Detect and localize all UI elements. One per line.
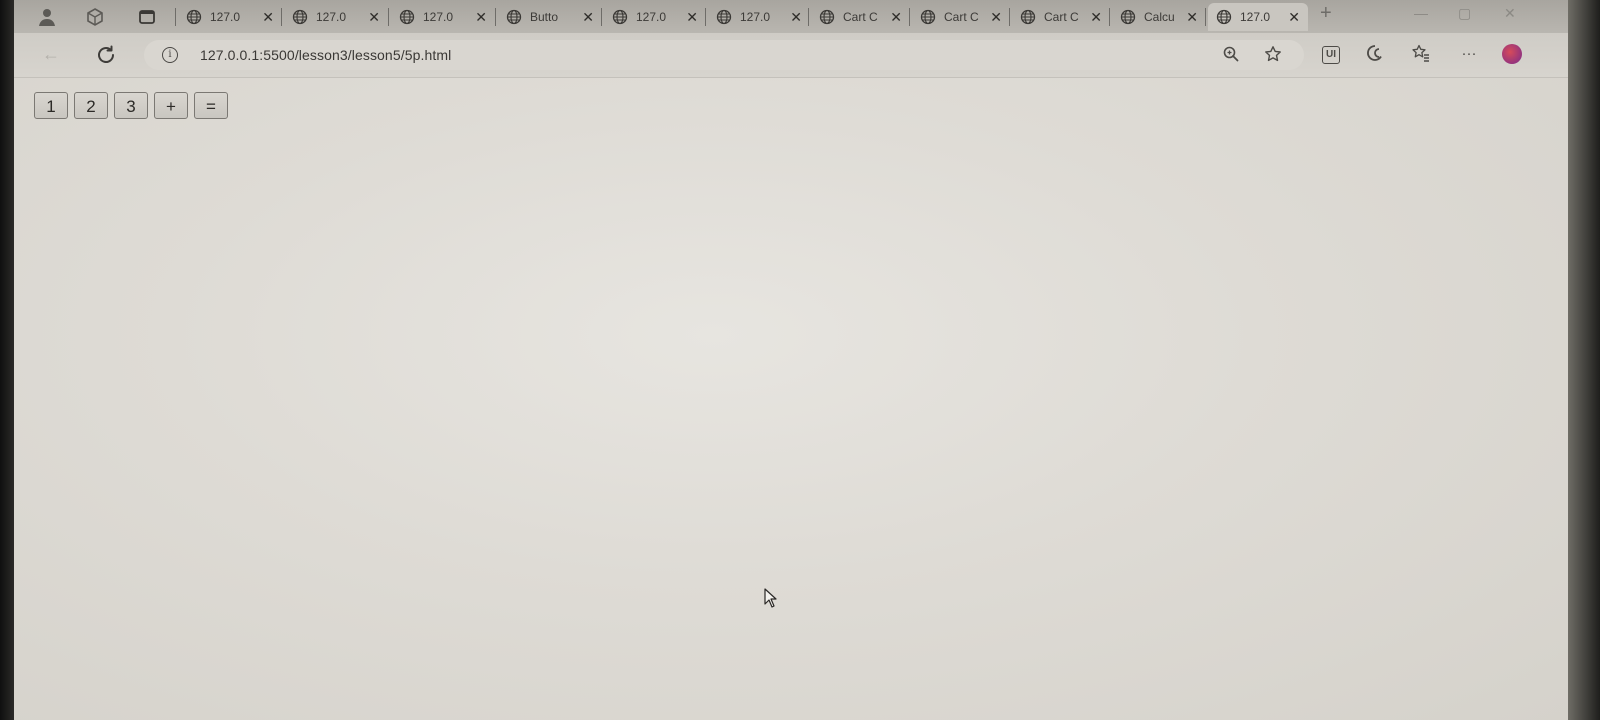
tab-separator	[909, 8, 910, 26]
globe-icon	[1020, 9, 1036, 25]
globe-icon	[292, 9, 308, 25]
tab-4[interactable]: Butto ✕	[495, 3, 602, 31]
avatar[interactable]	[1502, 44, 1522, 64]
browser-toolbar: ← i 127.0.0.1:5500/lesson3/lesson5/5p.ht…	[14, 33, 1568, 78]
globe-icon	[1216, 9, 1232, 25]
close-icon[interactable]: ✕	[1186, 9, 1198, 26]
tab-title: Cart C	[1044, 10, 1079, 24]
zoom-icon[interactable]	[1222, 45, 1240, 68]
tab-separator	[175, 8, 176, 26]
tab-title: 127.0	[1240, 10, 1271, 24]
tab-separator	[1009, 8, 1010, 26]
tab-actions-icon[interactable]	[136, 6, 158, 28]
close-window-icon[interactable]: ✕	[1504, 5, 1516, 22]
tab-separator	[1205, 8, 1206, 26]
tab-title: Cart C	[843, 10, 878, 24]
tab-1[interactable]: 127.0 ✕	[175, 3, 282, 31]
extension-ui-icon[interactable]: UI	[1322, 46, 1340, 64]
tab-10[interactable]: Calcu ✕	[1109, 3, 1206, 31]
tab-strip: 127.0 ✕ 127.0 ✕ 127.0 ✕ Butto ✕ 127.0 ✕ 127.0 ✕ Cart…	[14, 0, 1568, 33]
tab-title: Cart C	[944, 10, 979, 24]
close-icon[interactable]: ✕	[582, 9, 594, 26]
tab-separator	[1109, 8, 1110, 26]
tab-2[interactable]: 127.0 ✕	[281, 3, 388, 31]
globe-icon	[186, 9, 202, 25]
tab-3[interactable]: 127.0 ✕	[388, 3, 495, 31]
tab-separator	[705, 8, 706, 26]
globe-icon	[716, 9, 732, 25]
minimize-icon[interactable]: —	[1414, 5, 1428, 21]
globe-icon	[612, 9, 628, 25]
tab-separator	[808, 8, 809, 26]
tab-separator	[601, 8, 602, 26]
tab-title: 127.0	[316, 10, 347, 24]
close-icon[interactable]: ✕	[475, 9, 487, 26]
tab-11[interactable]: 127.0 ✕	[1205, 3, 1308, 31]
close-icon[interactable]: ✕	[1090, 9, 1102, 26]
globe-icon	[399, 9, 415, 25]
page-content: 1 2 3 + =	[14, 78, 1568, 720]
profile-icon[interactable]	[36, 6, 58, 28]
tab-title: Butto	[530, 10, 559, 24]
close-icon[interactable]: ✕	[890, 9, 902, 26]
one-button[interactable]: 1	[34, 92, 68, 119]
browser-window: 127.0 ✕ 127.0 ✕ 127.0 ✕ Butto ✕ 127.0 ✕ 127.0 ✕ Cart…	[14, 0, 1568, 720]
new-tab-button[interactable]: +	[1320, 2, 1332, 25]
tab-6[interactable]: 127.0 ✕	[705, 3, 810, 31]
two-button[interactable]: 2	[74, 92, 108, 119]
close-icon[interactable]: ✕	[262, 9, 274, 26]
globe-icon	[920, 9, 936, 25]
close-icon[interactable]: ✕	[1288, 9, 1300, 26]
maximize-icon[interactable]: ▢	[1458, 5, 1471, 22]
favorites-icon[interactable]	[1410, 43, 1432, 65]
close-icon[interactable]: ✕	[686, 9, 698, 26]
screen-bezel-right	[1568, 0, 1600, 720]
tab-separator	[495, 8, 496, 26]
screen: 127.0 ✕ 127.0 ✕ 127.0 ✕ Butto ✕ 127.0 ✕ 127.0 ✕ Cart…	[0, 0, 1600, 720]
equals-button[interactable]: =	[194, 92, 228, 119]
screen-bezel-left	[0, 0, 14, 720]
globe-icon	[506, 9, 522, 25]
tab-8[interactable]: Cart C ✕	[909, 3, 1010, 31]
info-icon[interactable]: i	[162, 47, 178, 63]
copilot-icon[interactable]	[1364, 43, 1386, 65]
tab-title: 127.0	[210, 10, 241, 24]
globe-icon	[1120, 9, 1136, 25]
url-text[interactable]: 127.0.0.1:5500/lesson3/lesson5/5p.html	[200, 47, 451, 63]
calculator-buttons: 1 2 3 + =	[34, 92, 228, 119]
close-icon[interactable]: ✕	[990, 9, 1002, 26]
address-bar[interactable]: i 127.0.0.1:5500/lesson3/lesson5/5p.html	[144, 40, 1304, 70]
tab-title: Calcu	[1144, 10, 1175, 24]
close-icon[interactable]: ✕	[368, 9, 380, 26]
reload-icon[interactable]	[94, 43, 118, 67]
tab-title: 127.0	[740, 10, 771, 24]
tab-7[interactable]: Cart C ✕	[808, 3, 910, 31]
tab-title: 127.0	[636, 10, 667, 24]
tab-separator	[388, 8, 389, 26]
close-icon[interactable]: ✕	[790, 9, 802, 26]
mouse-cursor-icon	[764, 588, 778, 608]
globe-icon	[819, 9, 835, 25]
plus-button[interactable]: +	[154, 92, 188, 119]
star-icon[interactable]	[1264, 45, 1282, 68]
tab-9[interactable]: Cart C ✕	[1009, 3, 1110, 31]
tab-5[interactable]: 127.0 ✕	[601, 3, 706, 31]
more-options-icon[interactable]: ···	[1458, 43, 1480, 65]
tab-title: 127.0	[423, 10, 454, 24]
back-button[interactable]: ←	[42, 44, 60, 65]
tab-separator	[281, 8, 282, 26]
three-button[interactable]: 3	[114, 92, 148, 119]
workspaces-icon[interactable]	[84, 6, 106, 28]
